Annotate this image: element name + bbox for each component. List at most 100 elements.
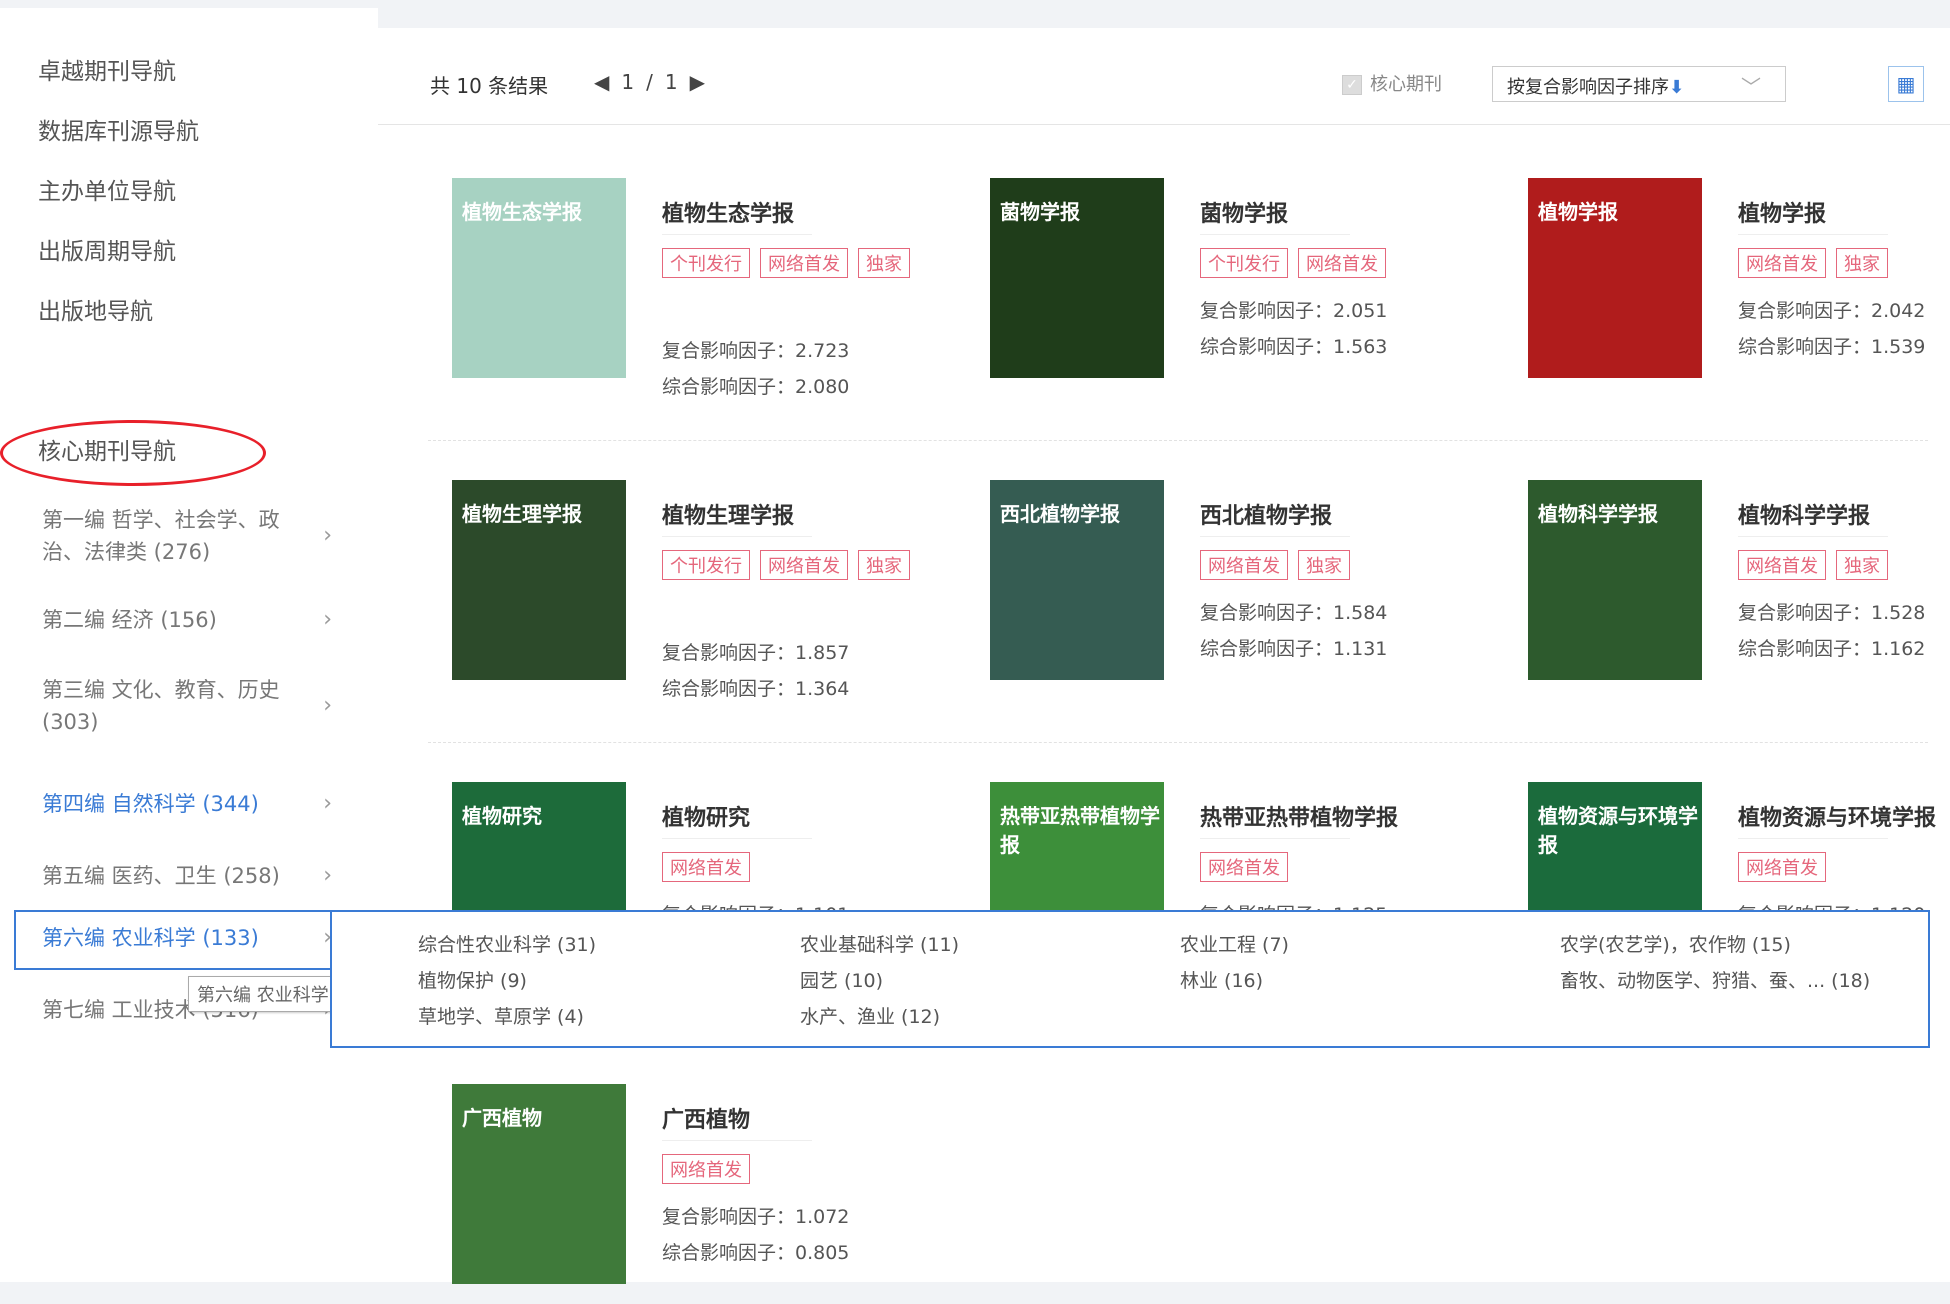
chevron-right-icon: › xyxy=(323,607,332,632)
cover-title: 西北植物学报 xyxy=(1000,502,1120,526)
journal-tag: 网络首发 xyxy=(760,550,848,580)
journal-card: 广西植物 广西植物网络首发复合影响因子：1.072 综合影响因子：0.805 xyxy=(452,1084,972,1304)
edition-label: 第六编 农业科学 (133) xyxy=(42,926,259,950)
composite-impact-factor: 复合影响因子：2.723 xyxy=(662,340,850,362)
subcategory-item[interactable]: 水产、渔业 (12) xyxy=(800,1002,940,1029)
journal-tags: 个刊发行 网络首发 独家 xyxy=(662,550,952,590)
tooltip: 第六编 农业科学 xyxy=(188,976,338,1012)
journal-cover-image[interactable]: 菌物学报 xyxy=(990,178,1164,378)
edition-label: 第四编 自然科学 (344) xyxy=(42,792,259,816)
divider xyxy=(662,1140,812,1141)
edition-label: 第二编 经济 (156) xyxy=(42,608,217,632)
sort-select[interactable]: 按复合影响因子排序⬇ ﹀ xyxy=(1492,66,1786,102)
chevron-right-icon: › xyxy=(323,693,332,718)
comprehensive-impact-factor: 综合影响因子：0.805 xyxy=(662,1242,850,1264)
edition-2[interactable]: 第二编 经济 (156) › xyxy=(42,604,332,636)
journal-title[interactable]: 广西植物 xyxy=(662,1102,750,1134)
nav-excellent-journals[interactable]: 卓越期刊导航 xyxy=(38,52,176,86)
divider xyxy=(1738,838,1888,839)
composite-impact-factor: 复合影响因子：1.528 xyxy=(1738,602,1926,624)
page-current: 1 xyxy=(621,70,635,94)
subcategory-item[interactable]: 园艺 (10) xyxy=(800,966,883,993)
main-content: 共 10 条结果 ◀ 1 / 1 ▶ ✓ 核心期刊 按复合影响因子排序⬇ ﹀ ▦ 植物生态… xyxy=(378,28,1950,1284)
journal-tag: 独家 xyxy=(1836,550,1888,580)
comprehensive-impact-factor: 综合影响因子：1.131 xyxy=(1200,638,1388,660)
subcategory-item[interactable]: 植物保护 (9) xyxy=(418,966,527,993)
journal-cover-image[interactable]: 植物生理学报 xyxy=(452,480,626,680)
journal-tags: 网络首发 独家 xyxy=(1738,550,1950,590)
composite-impact-factor: 复合影响因子：1.584 xyxy=(1200,602,1388,624)
highlight-circle xyxy=(0,420,266,486)
nav-sponsor[interactable]: 主办单位导航 xyxy=(38,172,176,206)
journal-tag: 网络首发 xyxy=(1738,550,1826,580)
journal-tag: 网络首发 xyxy=(1200,852,1288,882)
journal-tag: 网络首发 xyxy=(1200,550,1288,580)
pager: ◀ 1 / 1 ▶ xyxy=(588,70,711,94)
subcategory-item[interactable]: 林业 (16) xyxy=(1180,966,1263,993)
journal-cover-image[interactable]: 西北植物学报 xyxy=(990,480,1164,680)
edition-4[interactable]: 第四编 自然科学 (344) › xyxy=(42,788,332,820)
cover-title: 植物生理学报 xyxy=(462,502,582,526)
divider xyxy=(1738,234,1888,235)
divider xyxy=(1200,234,1350,235)
composite-impact-factor: 复合影响因子：1.857 xyxy=(662,642,850,664)
subcategory-item[interactable]: 农业基础科学 (11) xyxy=(800,930,959,957)
journal-title[interactable]: 植物生态学报 xyxy=(662,196,794,228)
chevron-right-icon: › xyxy=(323,863,332,888)
nav-publication-place[interactable]: 出版地导航 xyxy=(38,292,153,326)
result-count: 共 10 条结果 xyxy=(430,74,549,98)
cover-title: 植物科学学报 xyxy=(1538,502,1658,526)
core-journal-filter[interactable]: ✓ 核心期刊 xyxy=(1342,70,1442,96)
composite-impact-factor: 复合影响因子：1.072 xyxy=(662,1206,850,1228)
cover-title: 菌物学报 xyxy=(1000,200,1080,224)
journal-tags: 网络首发 xyxy=(662,1154,952,1194)
journal-cover-image[interactable]: 植物科学学报 xyxy=(1528,480,1702,680)
divider xyxy=(662,838,812,839)
journal-title[interactable]: 植物科学学报 xyxy=(1738,498,1870,530)
grid-view-icon[interactable]: ▦ xyxy=(1888,66,1924,102)
edition-5[interactable]: 第五编 医药、卫生 (258) › xyxy=(42,860,332,892)
edition-1[interactable]: 第一编 哲学、社会学、政 治、法律类 (276) › xyxy=(42,504,332,568)
subcategory-item[interactable]: 综合性农业科学 (31) xyxy=(418,930,596,957)
cover-title: 植物生态学报 xyxy=(462,200,582,224)
sidebar: 卓越期刊导航 数据库刊源导航 主办单位导航 出版周期导航 出版地导航 核心期刊导… xyxy=(0,8,378,1282)
journal-title[interactable]: 植物研究 xyxy=(662,800,750,832)
edition-label: (303) xyxy=(42,710,99,734)
comprehensive-impact-factor: 综合影响因子：1.539 xyxy=(1738,336,1926,358)
journal-card: 西北植物学报 西北植物学报 网络首发 独家 复合影响因子：1.584 综合影响因子：1.1… xyxy=(990,480,1510,700)
cover-title: 广西植物 xyxy=(462,1106,542,1130)
subcategory-item[interactable]: 农业工程 (7) xyxy=(1180,930,1289,957)
nav-publication-cycle[interactable]: 出版周期导航 xyxy=(38,232,176,266)
journal-title[interactable]: 植物生理学报 xyxy=(662,498,794,530)
core-filter-label: 核心期刊 xyxy=(1370,74,1442,95)
journal-cover-image[interactable]: 植物学报 xyxy=(1528,178,1702,378)
next-page-icon[interactable]: ▶ xyxy=(690,70,705,94)
checkbox-icon[interactable]: ✓ xyxy=(1342,75,1362,95)
subcategory-item[interactable]: 农学(农艺学)，农作物 (15) xyxy=(1560,930,1791,957)
sort-label: 按复合影响因子排序 xyxy=(1507,77,1669,98)
nav-database-sources[interactable]: 数据库刊源导航 xyxy=(38,112,199,146)
cover-title: 植物研究 xyxy=(462,804,542,828)
journal-card: 菌物学报 菌物学报 个刊发行 网络首发 复合影响因子：2.051 综合影响因子：1.563 xyxy=(990,178,1510,398)
journal-title[interactable]: 植物学报 xyxy=(1738,196,1826,228)
journal-tag: 网络首发 xyxy=(1738,248,1826,278)
journal-tags: 网络首发 xyxy=(662,852,952,892)
subcategory-item[interactable]: 草地学、草原学 (4) xyxy=(418,1002,584,1029)
subcategory-item[interactable]: 畜牧、动物医学、狩猎、蚕、... (18) xyxy=(1560,966,1870,993)
journal-tags: 网络首发 独家 xyxy=(1200,550,1490,590)
edition-6[interactable]: 第六编 农业科学 (133) › xyxy=(42,922,332,954)
edition-3[interactable]: 第三编 文化、教育、历史 (303) › xyxy=(42,674,332,738)
page-total: 1 xyxy=(664,70,678,94)
journal-title[interactable]: 热带亚热带植物学报 xyxy=(1200,800,1398,832)
journal-tag: 网络首发 xyxy=(1298,248,1386,278)
prev-page-icon[interactable]: ◀ xyxy=(594,70,609,94)
divider xyxy=(662,234,812,235)
journal-title[interactable]: 菌物学报 xyxy=(1200,196,1288,228)
journal-tag: 网络首发 xyxy=(662,1154,750,1184)
journal-cover-image[interactable]: 广西植物 xyxy=(452,1084,626,1284)
journal-tag: 独家 xyxy=(1298,550,1350,580)
journal-title[interactable]: 西北植物学报 xyxy=(1200,498,1332,530)
journal-cover-image[interactable]: 植物生态学报 xyxy=(452,178,626,378)
chevron-down-icon: ﹀ xyxy=(1741,75,1761,99)
journal-title[interactable]: 植物资源与环境学报 xyxy=(1738,800,1936,832)
